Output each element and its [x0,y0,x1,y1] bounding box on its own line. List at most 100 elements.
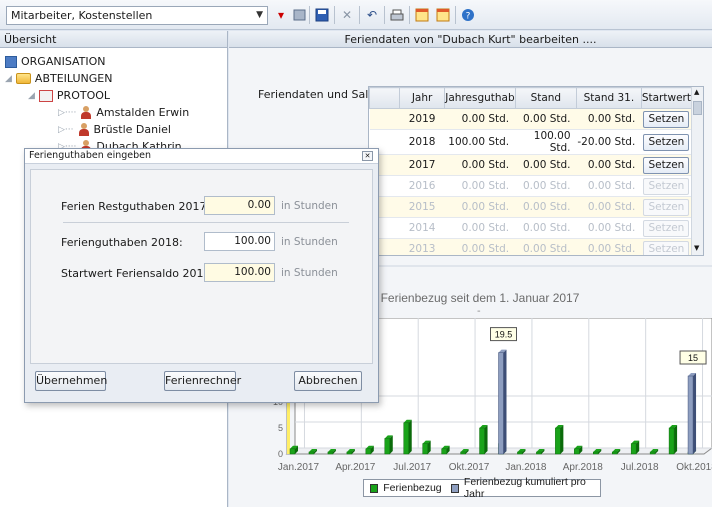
setzen-button[interactable]: Setzen [643,198,690,216]
bar-ferienbezug [460,451,466,455]
stand-cell: 0.00 Std. [515,238,577,255]
help-icon[interactable]: ? [459,6,477,24]
overview-title: Übersicht [4,33,57,46]
legend-label: Ferienbezug kumuliert pro Jahr [463,476,586,500]
toolbar: Mitarbeiter, Kostenstellen ▼ ▾ ✕ ↶ ? [0,0,712,30]
unit-label: in Stunden [281,200,338,212]
startwert-cell: Setzen [641,217,692,239]
stand31-cell: 0.00 Std. [576,238,642,255]
ferienrechner-button[interactable]: Ferienrechner [164,371,241,391]
restguthaben-input[interactable]: 0.00 [204,196,275,215]
scroll-up-icon[interactable]: ▲ [694,88,699,96]
toolbar-separator [334,6,335,24]
bar-ferienbezug [536,451,542,455]
svg-text:?: ? [466,12,471,22]
grid-row[interactable]: 2019 0.00 Std. 0.00 Std. 0.00 Std. Setzen [369,108,692,130]
tree-expand-icon[interactable]: ▷···· [58,108,76,118]
grid-row[interactable]: 2016 0.00 Std. 0.00 Std. 0.00 Std. Setzen [369,175,692,197]
scroll-thumb[interactable] [693,101,702,115]
field-label-restguthaben: Ferien Restguthaben 2017: [61,200,211,213]
legend-swatch-ferienbezug [370,483,379,493]
view-combo[interactable]: Mitarbeiter, Kostenstellen ▼ [6,6,268,25]
bar-ferienbezug [479,427,485,455]
startwert-input[interactable]: 100.00 [204,263,275,282]
guthaben-cell: 0.00 Std. [444,217,516,239]
stand-cell: 0.00 Std. [515,175,577,197]
bar-ferienbezug-side [484,425,488,454]
column-header[interactable]: Stand [514,87,578,109]
setzen-button[interactable]: Setzen [643,156,690,174]
tree-node-person[interactable]: ▷···· Amstalden Erwin [58,104,189,121]
stand-cell: 0.00 Std. [515,154,577,176]
close-icon[interactable]: ✕ [362,151,373,161]
guthaben-cell: 0.00 Std. [444,154,516,176]
startwert-cell: Setzen [641,196,692,218]
list-icon[interactable] [290,6,308,24]
bar-ferienbezug [308,451,315,455]
tree-node-protool[interactable]: ◢ PROTOOL [28,87,110,104]
stand31-cell: 0.00 Std. [576,196,642,218]
grid-row[interactable]: 2018 100.00 Std. 100.00 Std. -20.00 Std. Set… [369,129,692,155]
year-cell: 2013 [399,238,445,255]
tree-label: PROTOOL [56,89,111,102]
cancel-button[interactable]: Abbrechen [294,371,362,391]
grid-row[interactable]: 2014 0.00 Std. 0.00 Std. 0.00 Std. Setzen [369,217,692,239]
setzen-button[interactable]: Setzen [643,133,690,151]
bar-ferienbezug [365,448,372,455]
column-header[interactable]: Startwert [640,87,693,109]
setzen-button[interactable]: Setzen [643,177,690,195]
startwert-cell: Setzen [641,154,692,176]
column-header[interactable]: Stand 31. [576,87,642,109]
stand31-cell: -20.00 Std. [576,129,642,155]
save-icon[interactable] [313,6,331,24]
tree-collapse-icon[interactable]: ◢ [5,74,12,84]
apply-button[interactable]: Übernehmen [35,371,107,391]
toolbar-separator [359,6,360,24]
setzen-button[interactable]: Setzen [643,110,690,128]
column-header[interactable]: Jahr [398,87,446,109]
bar-ferienbezug-side [560,425,564,454]
tree-node-person[interactable]: ▷··· Brüstle Daniel [58,121,171,138]
guthaben-cell: 0.00 Std. [444,196,516,218]
calendar-icon[interactable] [413,6,431,24]
stand-cell: 100.00 Std. [515,129,577,155]
person-icon [78,123,90,136]
tree-expand-icon[interactable]: ▷··· [58,125,74,135]
scroll-down-icon[interactable]: ▼ [694,244,699,252]
calendar-year-icon[interactable] [434,6,452,24]
undo-icon[interactable]: ↶ [363,6,381,24]
startwert-cell: Setzen [641,108,692,130]
row-indicator [369,87,400,109]
grid-row[interactable]: 2015 0.00 Std. 0.00 Std. 0.00 Std. Setzen [369,196,692,218]
tree-collapse-icon[interactable]: ◢ [28,91,35,101]
x-tick-label: Okt.2018 [676,462,712,473]
setzen-button[interactable]: Setzen [643,240,690,255]
column-header[interactable]: Jahresguthab [444,87,516,109]
dropdown-arrow-icon[interactable]: ▾ [272,6,290,24]
tree-label: ORGANISATION [21,55,106,68]
tree-node-abteilungen[interactable]: ◢ ABTEILUNGEN [5,70,112,87]
tree-label: Brüstle Daniel [93,123,171,136]
grid-scrollbar[interactable]: ▲ ▼ [691,87,703,255]
y-tick-label: 5 [278,423,283,433]
setzen-button[interactable]: Setzen [643,219,690,237]
startwert-cell: Setzen [641,238,692,255]
delete-icon[interactable]: ✕ [338,6,356,24]
x-tick-label: Apr.2017 [335,462,375,473]
stand31-cell: 0.00 Std. [576,108,642,130]
saldi-label: Feriendaten und Saldi: [258,88,383,101]
bar-ferienbezug [668,427,675,455]
dialog-content: Ferien Restguthaben 2017: 0.00 in Stunde… [30,169,373,364]
x-tick-label: Jan.2018 [505,462,547,473]
grid-row[interactable]: 2013 0.00 Std. 0.00 Std. 0.00 Std. Setzen [369,238,692,255]
guthaben-input[interactable]: 100.00 [204,232,275,251]
bar-kumuliert-side [693,373,697,454]
bar-ferienbezug-side [389,435,393,454]
print-icon[interactable] [388,6,406,24]
tree-node-organisation[interactable]: ORGANISATION [5,53,106,70]
bar-ferienbezug [422,443,428,455]
grid-row[interactable]: 2017 0.00 Std. 0.00 Std. 0.00 Std. Setzen [369,154,692,176]
grid-header-row: Jahr Jahresguthab Stand Stand 31. Startw… [369,87,693,109]
bar-ferienbezug-side [674,425,678,454]
data-label: 19.5 [495,330,513,340]
